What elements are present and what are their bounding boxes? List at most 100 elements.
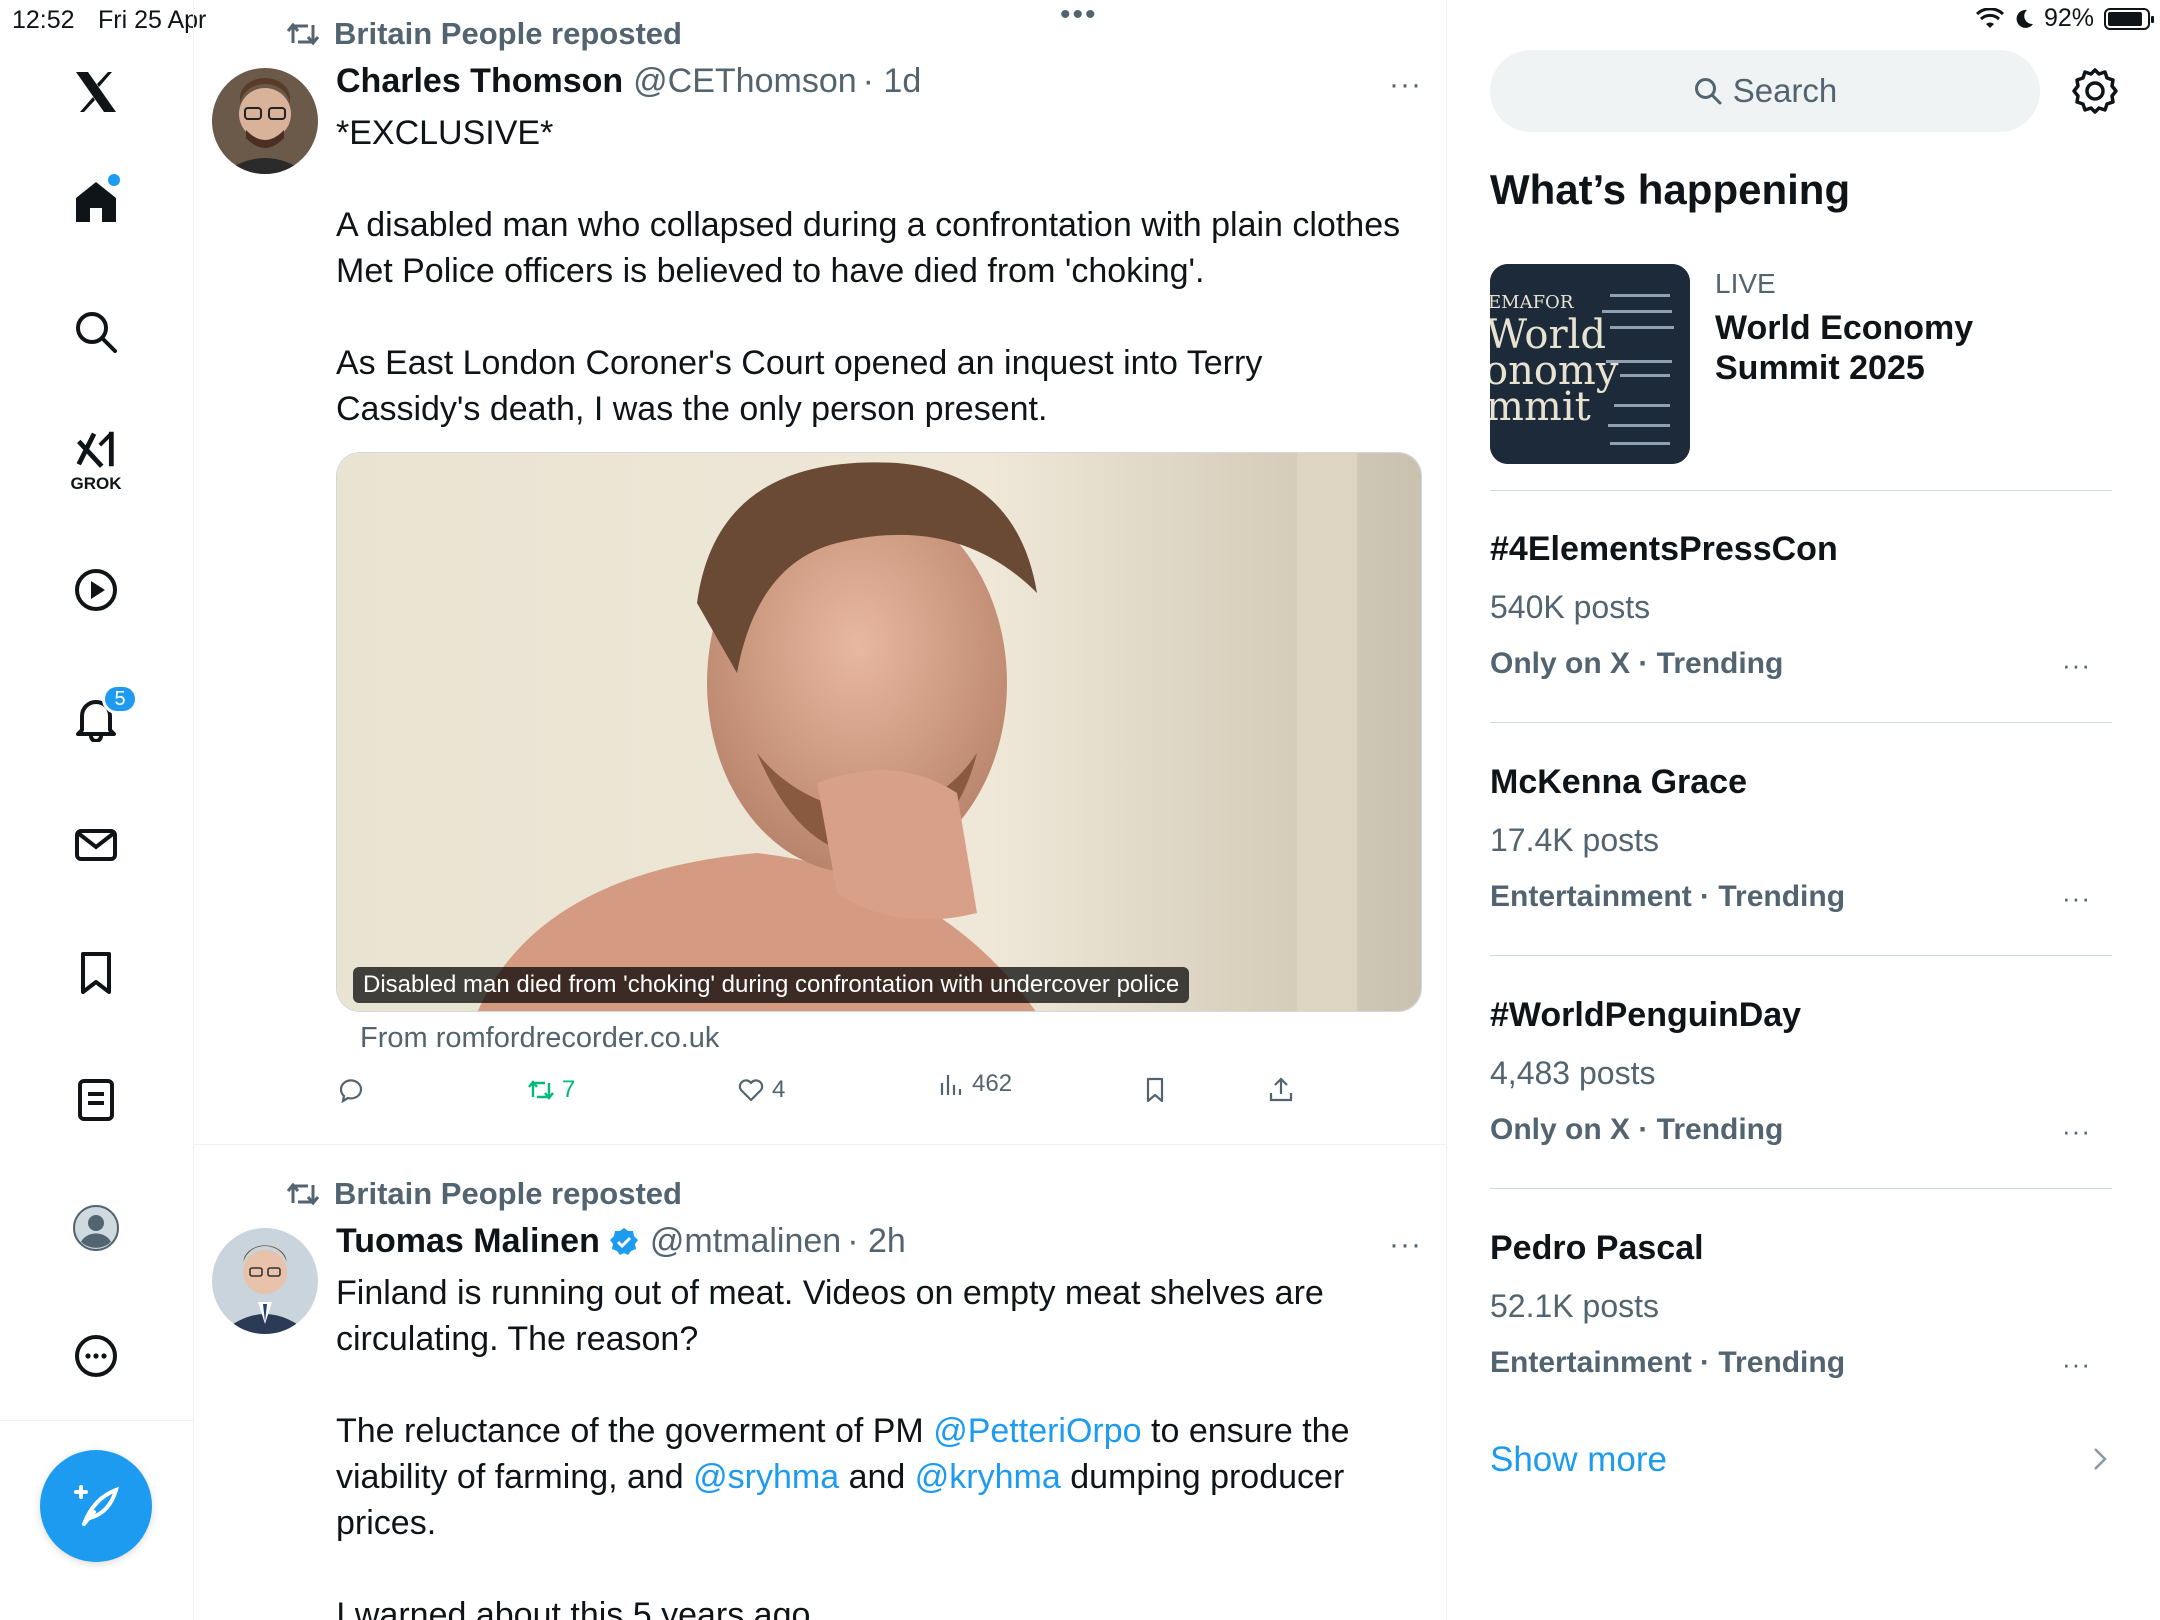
more-icon[interactable] [56, 1316, 136, 1396]
mention-link[interactable]: @PetteriOrpo [933, 1412, 1141, 1450]
search-input[interactable]: Search [1490, 50, 2040, 132]
like-count: 4 [772, 1076, 786, 1103]
trend-post-count: 52.1K posts [1490, 1288, 1659, 1324]
text-segment: The reluctance of the goverment of PM [336, 1412, 934, 1450]
repost-icon [528, 1080, 554, 1100]
event-title[interactable]: World Economy Summit 2025 [1715, 308, 2035, 388]
notifications-icon[interactable]: 5 [56, 678, 138, 758]
reply-icon [339, 1079, 363, 1104]
chevron-right-icon [2094, 1448, 2107, 1470]
post-more-button[interactable]: ··· [1389, 68, 1422, 102]
compose-button[interactable] [40, 1450, 152, 1562]
trend-more-button[interactable]: ··· [2062, 650, 2091, 681]
trend-name[interactable]: #WorldPenguinDay [1490, 996, 1801, 1035]
post-time[interactable]: · 1d [863, 62, 922, 101]
post-text: Finland is running out of meat. Videos o… [336, 1270, 1406, 1620]
repost-text: Britain People reposted [334, 16, 682, 51]
search-icon[interactable] [56, 292, 136, 372]
heart-icon [738, 1079, 764, 1102]
post-time[interactable]: · 2h [847, 1222, 906, 1261]
grok-icon[interactable]: GROK [56, 420, 136, 500]
trend-divider [1490, 722, 2112, 723]
post-text-line: *EXCLUSIVE* [336, 114, 554, 152]
wifi-icon [1975, 7, 2004, 28]
author-name[interactable]: Tuomas Malinen [336, 1222, 600, 1261]
views-icon [940, 1075, 962, 1095]
like-button[interactable]: 4 [736, 1075, 785, 1105]
trend-post-count: 17.4K posts [1490, 822, 1659, 858]
post-text-line: A disabled man who collapsed during a co… [336, 206, 1401, 290]
mention-link[interactable]: @sryhma [693, 1458, 839, 1496]
lists-icon[interactable] [56, 1060, 136, 1140]
author-name[interactable]: Charles Thomson [336, 62, 623, 101]
trend-name[interactable]: Pedro Pascal [1490, 1229, 1704, 1268]
mention-link[interactable]: @kryhma [915, 1458, 1061, 1496]
avatar[interactable] [212, 1228, 318, 1334]
settings-gear-icon[interactable] [2070, 66, 2120, 116]
post-more-button[interactable]: ··· [1389, 1228, 1422, 1262]
trend-category: Entertainment · Trending [1490, 1346, 1846, 1379]
avatar[interactable] [212, 68, 318, 174]
search-icon [1694, 78, 1722, 105]
trend-more-button[interactable]: ··· [2062, 1116, 2091, 1147]
repost-count: 7 [562, 1076, 576, 1103]
reply-button[interactable] [336, 1075, 366, 1105]
bookmarks-icon[interactable] [56, 933, 136, 1013]
post-actions: 7 4 462 [336, 1070, 1416, 1125]
repost-text: Britain People reposted [334, 1176, 682, 1211]
repost-indicator: Britain People reposted [286, 16, 682, 52]
bookmark-button[interactable] [1140, 1075, 1170, 1105]
search-placeholder: Search [1732, 72, 1838, 109]
thumb-text: mmit [1490, 384, 1591, 430]
trend-more-button[interactable]: ··· [2062, 883, 2091, 914]
trend-name[interactable]: McKenna Grace [1490, 763, 1747, 802]
post-text-line: Finland is running out of meat. Videos o… [336, 1274, 1324, 1358]
trend-category: Only on X · Trending [1490, 1113, 1784, 1146]
trend-category: Entertainment · Trending [1490, 880, 1846, 913]
compose-icon [74, 1485, 120, 1526]
trend-divider [1490, 1188, 2112, 1189]
author-handle[interactable]: @CEThomson [633, 62, 856, 101]
nav-divider [0, 1420, 193, 1421]
whats-happening-title: What’s happening [1490, 166, 1851, 213]
post-header: Tuomas Malinen @mtmalinen · 2h [336, 1222, 906, 1261]
battery-icon [2104, 7, 2154, 30]
thumb-text: EMAFOR [1490, 292, 1574, 313]
trend-category: Only on X · Trending [1490, 647, 1784, 680]
share-button[interactable] [1266, 1075, 1296, 1105]
post-text-paragraph: The reluctance of the goverment of PM @P… [336, 1408, 1406, 1546]
home-unread-dot [108, 174, 120, 186]
repost-indicator: Britain People reposted [286, 1176, 682, 1212]
post-text: *EXCLUSIVE* A disabled man who collapsed… [336, 110, 1406, 432]
grok-label: GROK [70, 474, 122, 493]
home-icon[interactable] [56, 162, 136, 242]
repost-button[interactable]: 7 [526, 1075, 575, 1105]
post-media-image[interactable]: Disabled man died from 'choking' during … [336, 452, 1422, 1012]
profile-icon[interactable] [56, 1188, 136, 1268]
share-icon [1269, 1077, 1293, 1102]
timeline: Britain People reposted Charles Thomson … [194, 0, 1447, 1620]
trend-post-count: 4,483 posts [1490, 1055, 1656, 1091]
notifications-badge: 5 [102, 684, 138, 714]
messages-icon[interactable] [56, 805, 136, 885]
post-divider [194, 1144, 1446, 1145]
media-caption: Disabled man died from 'choking' during … [353, 967, 1190, 1003]
status-right: 92% [1975, 4, 2154, 33]
bookmark-icon [1146, 1077, 1164, 1103]
trend-divider [1490, 490, 2112, 491]
trend-post-count: 540K posts [1490, 589, 1651, 625]
moon-icon [2016, 9, 2033, 28]
trend-name[interactable]: #4ElementsPressCon [1490, 530, 1838, 569]
trend-more-button[interactable]: ··· [2062, 1349, 2091, 1380]
repost-icon [286, 1182, 320, 1206]
link-source[interactable]: From romfordrecorder.co.uk [360, 1022, 719, 1055]
author-handle[interactable]: @mtmalinen [650, 1222, 841, 1261]
views-button[interactable]: 462 [936, 1069, 1012, 1099]
verified-badge-icon [609, 1227, 638, 1255]
event-thumbnail[interactable]: EMAFOR World onomy mmit [1490, 264, 1690, 464]
trend-divider [1490, 955, 2112, 956]
video-icon[interactable] [56, 550, 136, 630]
post-header: Charles Thomson @CEThomson · 1d [336, 62, 921, 101]
x-logo-icon[interactable] [56, 52, 136, 132]
show-more-link[interactable]: Show more [1490, 1440, 1667, 1480]
